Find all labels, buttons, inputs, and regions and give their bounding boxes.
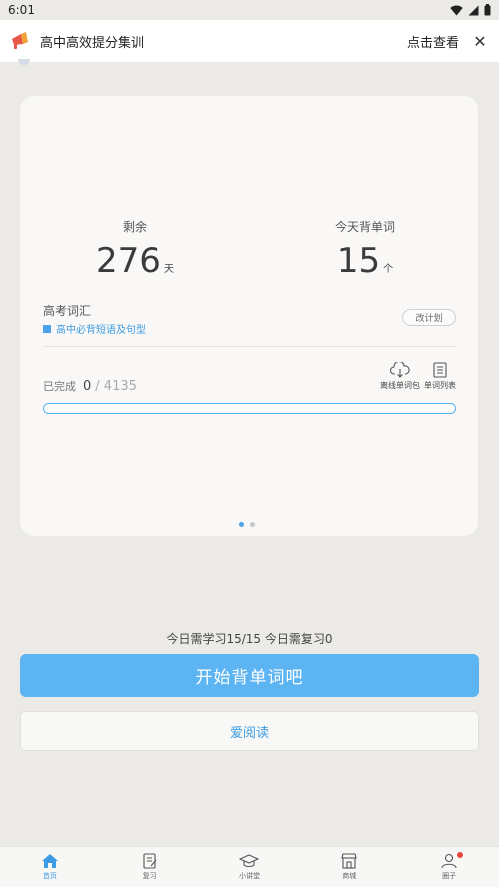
word-list-button[interactable]: 单词列表 [420, 362, 460, 391]
battery-icon [484, 4, 491, 16]
decoration-shape [18, 59, 30, 65]
store-icon [341, 853, 357, 869]
notification-dot [457, 852, 464, 858]
remaining-value: 276 [96, 241, 161, 281]
promo-banner[interactable]: 高中高效提分集训 点击查看 ✕ [0, 20, 499, 62]
bottom-nav: 首页 复习 小讲堂 商城 圈子 [0, 846, 499, 887]
status-time: 6:01 [8, 3, 35, 17]
offline-pack-button[interactable]: 离线单词包 [380, 362, 420, 391]
megaphone-icon [12, 32, 28, 49]
vocab-book-title: 高考词汇 [43, 304, 92, 318]
notebook-icon [143, 853, 157, 869]
today-label: 今天背单词 [334, 220, 395, 234]
home-icon [41, 854, 58, 868]
status-bar: 6:01 [0, 0, 499, 20]
change-plan-button[interactable]: 改计划 [402, 309, 456, 326]
divider [43, 346, 456, 347]
nav-review[interactable]: 复习 [100, 847, 200, 887]
today-value: 15 [336, 241, 381, 281]
progress-bar [43, 403, 456, 414]
book-marker-icon [43, 324, 51, 333]
nav-circle-label: 圈子 [442, 872, 457, 880]
nav-store-label: 商城 [342, 872, 357, 880]
done-count: 0 [83, 379, 92, 394]
today-words-stat: 今天背单词 15 个 [285, 218, 445, 281]
nav-lecture-label: 小讲堂 [238, 872, 260, 880]
signal-icon [468, 5, 479, 15]
vocab-subtitle-text: 高中必背短语及句型 [56, 325, 146, 336]
graduation-cap-icon [239, 854, 260, 868]
wifi-icon [450, 5, 463, 15]
vocab-book-subtitle[interactable]: 高中必背短语及句型 [43, 321, 146, 336]
people-icon [441, 853, 457, 869]
banner-view-link[interactable]: 点击查看 [407, 32, 459, 51]
completed-row: 已完成 0 / 4135 [43, 378, 137, 394]
word-list-label: 单词列表 [424, 381, 456, 390]
start-memorizing-button[interactable]: 开始背单词吧 [20, 654, 479, 697]
nav-home-label: 首页 [42, 872, 57, 880]
study-plan-card[interactable]: 剩余 276 天 今天背单词 15 个 高考词汇 高中必背短语及句型 改计划 已… [20, 96, 478, 536]
card-pager[interactable] [239, 522, 255, 527]
remaining-days-stat: 剩余 276 天 [55, 218, 215, 281]
done-total: / 4135 [95, 379, 137, 394]
banner-title: 高中高效提分集训 [40, 35, 145, 51]
offline-pack-label: 离线单词包 [380, 381, 420, 390]
remaining-unit: 天 [163, 264, 174, 275]
status-icons [450, 4, 491, 16]
nav-store[interactable]: 商城 [299, 847, 399, 887]
close-icon[interactable]: ✕ [471, 32, 489, 51]
done-label: 已完成 [43, 380, 76, 393]
remaining-label: 剩余 [122, 220, 147, 234]
list-icon [433, 362, 447, 378]
today-requirement-text: 今日需学习15/15 今日需复习0 [166, 632, 333, 646]
cloud-download-icon [390, 362, 410, 378]
pager-dot-active[interactable] [239, 522, 244, 527]
nav-review-label: 复习 [142, 872, 157, 880]
nav-lecture[interactable]: 小讲堂 [200, 847, 300, 887]
pager-dot[interactable] [250, 522, 255, 527]
nav-circle[interactable]: 圈子 [399, 847, 499, 887]
love-reading-button[interactable]: 爱阅读 [20, 711, 479, 751]
nav-home[interactable]: 首页 [0, 847, 100, 887]
today-unit: 个 [383, 264, 394, 275]
